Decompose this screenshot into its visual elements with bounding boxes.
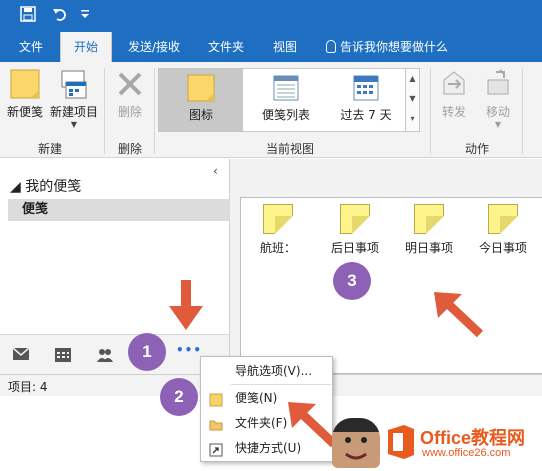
sticky-note-icon [10, 69, 40, 99]
dropdown-arrow-icon: ▼ [70, 120, 78, 129]
more-apps-icon[interactable]: ••• [176, 343, 202, 357]
note-item[interactable]: 航班： [253, 204, 303, 256]
tab-send-receive[interactable]: 发送/接收 [118, 32, 190, 62]
group-label-delete: 删除 [117, 142, 142, 156]
group-label-current-view: 当前视图 [265, 142, 314, 156]
forward-button[interactable]: 转发 [434, 68, 474, 120]
delete-label: 删除 [117, 105, 142, 119]
dropdown-arrow-icon: ▼ [494, 120, 502, 129]
calendar-icon [353, 75, 379, 101]
note-title: 明日事项 [404, 241, 453, 255]
new-item-label: 新建项目 [49, 105, 98, 119]
ribbon: 新便笺 新建项目 ▼ 新建 删除 删除 图标 便笺列表 过去 7 天 ▲ ▼ ▾ [0, 62, 542, 158]
menu-label: 导航选项(V)... [235, 364, 313, 378]
my-notes-group[interactable]: ◢ 我的便笺 [10, 176, 81, 196]
item-count: 项目: 4 [8, 380, 48, 394]
view-icon-option[interactable]: 图标 [159, 69, 243, 131]
notes-view: 航班： 后日事项 明日事项 今日事项 [240, 197, 542, 374]
watermark-url: www.office26.com [422, 447, 511, 459]
title-bar [0, 0, 542, 32]
people-icon[interactable] [96, 347, 114, 366]
step-badge-3: 3 [333, 262, 371, 300]
ribbon-tabs: 文件 开始 发送/接收 文件夹 视图 告诉我你想要做什么 [0, 32, 542, 62]
sticky-note-icon [187, 74, 215, 102]
save-icon[interactable] [20, 6, 36, 27]
forward-envelope-icon [443, 71, 465, 95]
group-label-new: 新建 [37, 142, 62, 156]
sticky-note-icon [414, 204, 444, 234]
note-item[interactable]: 今日事项 [473, 204, 533, 256]
note-title: 后日事项 [330, 241, 379, 255]
list-view-icon [273, 75, 299, 101]
scroll-up-icon[interactable]: ▲ [406, 69, 419, 89]
delete-button[interactable]: 删除 [110, 68, 150, 120]
sticky-note-icon [488, 204, 518, 234]
tell-me-text: 告诉我你想要做什么 [340, 40, 449, 54]
scroll-down-icon[interactable]: ▼ [406, 89, 419, 109]
gallery-expand-icon[interactable]: ▾ [406, 109, 419, 129]
menu-divider [231, 384, 331, 385]
mail-icon[interactable] [12, 347, 30, 364]
delete-x-icon [118, 72, 142, 96]
note-item[interactable]: 明日事项 [399, 204, 459, 256]
note-item[interactable]: 后日事项 [325, 204, 385, 256]
menu-label: 便笺(N) [235, 391, 278, 405]
new-note-label: 新便笺 [6, 105, 43, 119]
step-badge-1: 1 [128, 333, 166, 371]
new-item-button[interactable]: 新建项目 ▼ [48, 68, 100, 129]
note-title: 航班： [259, 241, 296, 255]
group-divider [104, 68, 105, 154]
watermark-avatar [332, 418, 380, 468]
group-divider [430, 68, 431, 154]
collapse-pane-icon[interactable]: ‹ [213, 164, 218, 178]
tell-me-box[interactable]: 告诉我你想要做什么 [326, 32, 448, 62]
view-last-7-days-option[interactable]: 过去 7 天 [327, 69, 405, 131]
group-label-actions: 动作 [464, 142, 489, 156]
lightbulb-icon [326, 40, 336, 53]
new-items-icon [61, 70, 87, 99]
sticky-note-icon [340, 204, 370, 234]
view-last-7-days-label: 过去 7 天 [340, 108, 392, 122]
tab-file[interactable]: 文件 [8, 32, 54, 62]
up-left-arrow-callout [434, 292, 484, 338]
sticky-note-icon [263, 204, 293, 234]
menu-label: 文件夹(F) [235, 416, 288, 430]
menu-item-navigation-options[interactable]: 导航选项(V)... [201, 359, 332, 383]
customize-qat-icon[interactable] [80, 6, 90, 29]
move-label: 移动 [485, 105, 510, 119]
navigation-bar: ••• [0, 334, 230, 374]
current-view-gallery: 图标 便笺列表 过去 7 天 ▲ ▼ ▾ [158, 68, 420, 132]
view-icon-label: 图标 [188, 108, 213, 122]
move-button[interactable]: 移动 ▼ [476, 68, 520, 129]
tab-view[interactable]: 视图 [262, 32, 308, 62]
group-divider [522, 68, 523, 154]
group-divider [154, 68, 155, 154]
tab-home[interactable]: 开始 [60, 32, 112, 62]
view-notes-list-label: 便笺列表 [261, 108, 310, 122]
undo-icon[interactable] [52, 6, 68, 27]
shortcut-icon [209, 441, 223, 465]
gallery-scrollbar[interactable]: ▲ ▼ ▾ [405, 69, 419, 131]
tab-folder[interactable]: 文件夹 [200, 32, 252, 62]
step-badge-2: 2 [160, 378, 198, 416]
forward-label: 转发 [441, 105, 466, 119]
move-folder-icon [487, 69, 509, 95]
office-logo-icon [388, 425, 414, 459]
down-arrow-callout [169, 280, 203, 330]
notes-folder[interactable]: 便笺 [8, 199, 230, 221]
view-notes-list-option[interactable]: 便笺列表 [245, 69, 327, 131]
new-note-button[interactable]: 新便笺 [4, 68, 46, 120]
calendar-icon[interactable] [54, 347, 72, 366]
note-title: 今日事项 [478, 241, 527, 255]
